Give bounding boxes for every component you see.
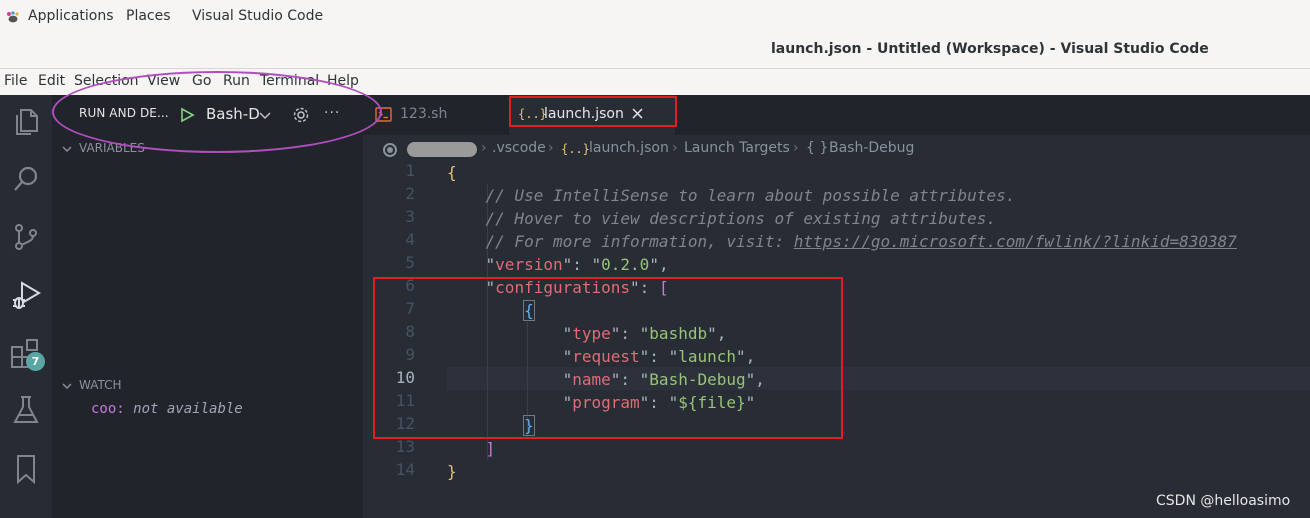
places-menu[interactable]: Places [126, 8, 171, 24]
line-number: 13 [395, 437, 415, 456]
json-file-icon: {..} [561, 142, 590, 156]
code-line: { [447, 163, 457, 182]
line-number: 4 [405, 230, 415, 249]
run-debug-sidebar: RUN AND DE... Bash-D ··· VARIABLES WATCH… [52, 95, 363, 518]
run-debug-icon[interactable] [8, 276, 44, 312]
code-line: // Use IntelliSense to learn about possi… [447, 184, 1016, 207]
object-icon: { } [806, 140, 829, 156]
gnome-foot-icon [7, 11, 19, 23]
folder-status-icon [383, 143, 397, 157]
annotation-rect-tab [509, 96, 677, 127]
code-comment: // Use IntelliSense to learn about possi… [485, 186, 1016, 205]
code-comment: // Hover to view descriptions of existin… [485, 209, 997, 228]
breadcrumb-bash-debug[interactable]: Bash-Debug [829, 140, 914, 156]
code-line: // For more information, visit: https://… [447, 230, 1237, 253]
menu-edit[interactable]: Edit [38, 73, 65, 89]
explorer-icon[interactable] [8, 103, 44, 139]
code-line: "version": "0.2.0", [485, 255, 669, 274]
json-key: version [495, 255, 563, 274]
line-number: 3 [405, 207, 415, 226]
breadcrumb-file[interactable]: launch.json [589, 140, 669, 156]
breadcrumb-folder[interactable]: .vscode [492, 140, 546, 156]
watch-expression: coo [91, 401, 117, 417]
watch-item[interactable]: coo: not available [91, 401, 243, 417]
watermark: CSDN @helloasimo [1156, 493, 1291, 509]
search-icon[interactable] [8, 161, 44, 197]
watch-separator: : [116, 401, 134, 417]
chevron-down-icon[interactable] [61, 380, 73, 392]
json-string: 0.2.0 [601, 255, 650, 274]
tab-label: 123.sh [400, 106, 448, 122]
breadcrumb-launch-targets[interactable]: Launch Targets [684, 140, 790, 156]
applications-menu[interactable]: Applications [28, 8, 114, 24]
chevron-down-icon[interactable] [61, 143, 73, 155]
doc-link[interactable]: https://go.microsoft.com/fwlink/?linkid=… [794, 232, 1237, 251]
code-line: // Hover to view descriptions of existin… [447, 207, 997, 230]
menu-file[interactable]: File [4, 73, 27, 89]
code-line: } [447, 462, 457, 481]
line-number: 2 [405, 184, 415, 203]
app-menu[interactable]: Visual Studio Code [192, 8, 323, 24]
activity-bar: 7 [0, 95, 52, 518]
code-comment: // For more information, visit: [485, 232, 794, 251]
window-title: launch.json - Untitled (Workspace) - Vis… [771, 41, 1209, 57]
annotation-rect-code [373, 277, 843, 439]
redacted-path [407, 142, 477, 157]
gnome-top-bar: Applications Places Visual Studio Code [0, 0, 1310, 33]
extensions-badge: 7 [26, 352, 45, 371]
watch-value: not available [133, 401, 243, 417]
annotation-ellipse [52, 71, 382, 153]
source-control-icon[interactable] [8, 219, 44, 255]
code-line: ] [485, 439, 496, 458]
line-number: 5 [405, 253, 415, 272]
bookmarks-icon[interactable] [8, 451, 44, 487]
line-number: 1 [405, 161, 415, 180]
watch-section-title[interactable]: WATCH [79, 378, 122, 392]
line-number: 14 [395, 460, 415, 479]
window-titlebar: launch.json - Untitled (Workspace) - Vis… [0, 33, 1310, 69]
breadcrumb: › .vscode › {..} launch.json › Launch Ta… [363, 135, 1310, 163]
testing-icon[interactable] [8, 392, 44, 428]
tab-bar: 123.sh {..} launch.json [363, 95, 1310, 135]
tab-123-sh[interactable]: 123.sh [363, 95, 493, 135]
